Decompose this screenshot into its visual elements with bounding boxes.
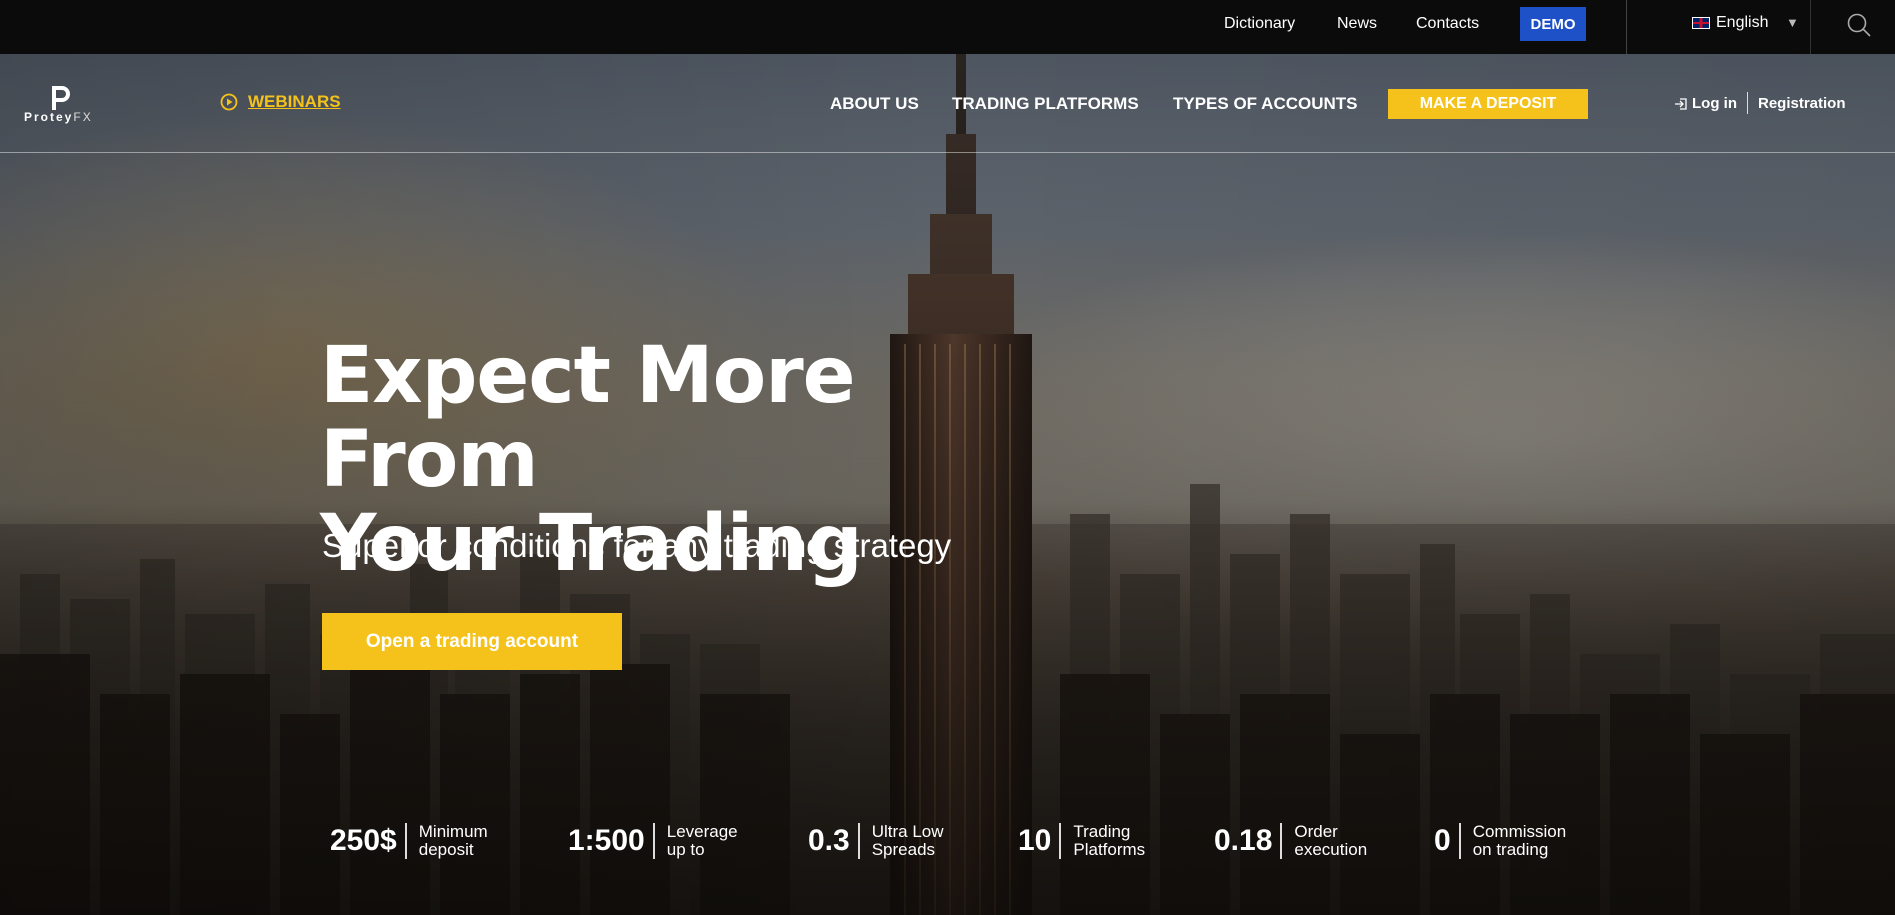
demo-button[interactable]: DEMO	[1520, 7, 1586, 41]
stat-label-line1: Ultra Low	[871, 822, 944, 841]
top-bar: Dictionary News Contacts DEMO English ▼	[0, 0, 1895, 54]
stat-label-line1: Leverage	[666, 822, 738, 841]
stat-commission: 0 Commission on trading	[1434, 823, 1603, 859]
stat-label: Ultra Low Spreads	[872, 823, 1002, 859]
stat-divider	[652, 823, 655, 859]
stat-value: 10	[1018, 824, 1052, 857]
auth-divider	[1747, 92, 1748, 114]
contacts-link[interactable]: Contacts	[1416, 15, 1479, 33]
stat-label-line2: Spreads	[871, 840, 936, 859]
stat-spreads: 0.3 Ultra Low Spreads	[808, 823, 1002, 859]
stat-label-line2: Platforms	[1073, 840, 1146, 859]
stat-value: 0.3	[808, 824, 850, 857]
main-navigation: ProteyFX WEBINARS ABOUT US TRADING PLATF…	[0, 54, 1895, 153]
search-divider	[1810, 0, 1811, 54]
stat-value: 250$	[330, 824, 397, 857]
stat-label: Minimum deposit	[419, 823, 549, 859]
stat-leverage: 1:500 Leverage up to	[568, 823, 797, 859]
search-icon[interactable]	[1846, 12, 1872, 38]
stat-label: Trading Platforms	[1073, 823, 1203, 859]
stat-divider	[1059, 823, 1062, 859]
stat-minimum-deposit: 250$ Minimum deposit	[330, 823, 549, 859]
caret-down-icon[interactable]: ▼	[1786, 15, 1799, 30]
nav-trading-platforms[interactable]: TRADING PLATFORMS	[952, 94, 1139, 114]
nav-types-of-accounts[interactable]: TYPES OF ACCOUNTS	[1173, 94, 1358, 114]
hero-section: ProteyFX WEBINARS ABOUT US TRADING PLATF…	[0, 54, 1895, 915]
stat-label: Order execution	[1294, 823, 1424, 859]
webinars-link[interactable]: WEBINARS	[220, 92, 341, 112]
stat-label-line2: deposit	[418, 840, 474, 859]
login-label: Log in	[1692, 95, 1737, 112]
login-arrow-icon	[1675, 97, 1687, 110]
language-label: English	[1716, 14, 1769, 31]
make-deposit-button[interactable]: MAKE A DEPOSIT	[1388, 89, 1588, 119]
webinars-label: WEBINARS	[248, 92, 341, 111]
nav-about-us[interactable]: ABOUT US	[830, 94, 919, 114]
login-link[interactable]: Log in	[1674, 95, 1737, 112]
news-link[interactable]: News	[1337, 15, 1377, 33]
top-divider	[1626, 0, 1627, 54]
registration-link[interactable]: Registration	[1758, 95, 1846, 112]
stat-value: 0.18	[1214, 824, 1273, 857]
stat-divider	[404, 823, 407, 859]
stat-divider	[1458, 823, 1461, 859]
stat-label: Leverage up to	[667, 823, 797, 859]
stat-label-line2: up to	[666, 840, 705, 859]
stat-label-line1: Commission	[1472, 822, 1567, 841]
stat-order-execution: 0.18 Order execution	[1214, 823, 1424, 859]
stat-label-line2: execution	[1294, 840, 1368, 859]
stat-label-line1: Order	[1294, 822, 1338, 841]
play-circle-icon	[220, 93, 238, 111]
uk-flag-icon	[1692, 17, 1710, 29]
stat-value: 1:500	[568, 824, 645, 857]
hero-subheading: Superior conditions for any trading stra…	[322, 527, 952, 564]
language-selector[interactable]: English	[1692, 14, 1768, 32]
stat-value: 0	[1434, 824, 1451, 857]
brand-name: Protey	[24, 110, 74, 124]
stat-divider	[1280, 823, 1283, 859]
dictionary-link[interactable]: Dictionary	[1224, 15, 1295, 33]
headline-line-1: Expect More From	[320, 331, 856, 505]
open-account-button[interactable]: Open a trading account	[322, 613, 622, 670]
brand-wordmark[interactable]: ProteyFX	[24, 110, 93, 124]
stat-label-line2: on trading	[1472, 840, 1549, 859]
stat-label-line1: Minimum	[418, 822, 488, 841]
brand-suffix: FX	[73, 110, 93, 124]
stat-label-line1: Trading	[1073, 822, 1131, 841]
stat-label: Commission on trading	[1473, 823, 1603, 859]
stat-platforms: 10 Trading Platforms	[1018, 823, 1203, 859]
stat-divider	[857, 823, 860, 859]
